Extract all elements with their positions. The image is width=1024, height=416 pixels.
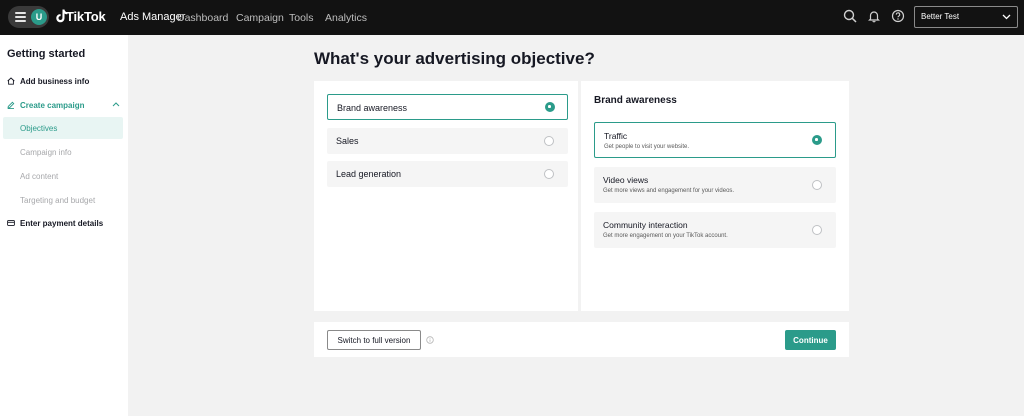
account-name: Better Test bbox=[921, 12, 960, 21]
sidebar-subitem-ad-content[interactable]: Ad content bbox=[20, 172, 58, 181]
switch-to-full-version-button[interactable]: Switch to full version bbox=[327, 330, 421, 350]
sub-objective-video-views[interactable]: Video views Get more views and engagemen… bbox=[594, 167, 836, 203]
radio-unselected[interactable] bbox=[812, 180, 822, 190]
objective-label: Sales bbox=[336, 136, 359, 146]
nav-analytics[interactable]: Analytics bbox=[325, 12, 367, 24]
radio-selected[interactable] bbox=[812, 135, 822, 145]
sidebar-subitem-objectives[interactable]: Objectives bbox=[20, 124, 57, 133]
sub-objective-label: Community interaction bbox=[603, 220, 688, 230]
radio-unselected[interactable] bbox=[544, 169, 554, 179]
sub-objective-description: Get people to visit your website. bbox=[604, 144, 690, 150]
objective-brand-awareness[interactable]: Brand awareness bbox=[327, 94, 568, 120]
sidebar-subitem-targeting-budget[interactable]: Targeting and budget bbox=[20, 196, 95, 205]
help-icon[interactable] bbox=[891, 9, 905, 23]
sub-objective-description: Get more views and engagement for your v… bbox=[603, 188, 735, 194]
sidebar-item-label: Add business info bbox=[20, 77, 90, 86]
account-selector[interactable]: Better Test bbox=[914, 6, 1018, 28]
objective-label: Brand awareness bbox=[337, 103, 408, 113]
chevron-up-icon[interactable] bbox=[112, 101, 120, 107]
objective-label: Lead generation bbox=[336, 169, 402, 179]
sub-objective-label: Video views bbox=[603, 175, 649, 185]
search-icon[interactable] bbox=[843, 9, 857, 23]
nav-tools[interactable]: Tools bbox=[289, 12, 314, 24]
sidebar-item-label: Enter payment details bbox=[20, 219, 104, 228]
objective-lead-generation[interactable]: Lead generation bbox=[327, 161, 568, 187]
sub-objective-label: Traffic bbox=[604, 131, 628, 141]
top-navigation-bar: U TikTok Ads Manager Dashboard Campaign … bbox=[0, 0, 1024, 35]
sub-objectives-title: Brand awareness bbox=[594, 95, 677, 106]
user-avatar[interactable]: U bbox=[31, 9, 47, 25]
menu-account-toggle[interactable]: U bbox=[8, 6, 49, 28]
pencil-icon bbox=[7, 101, 15, 109]
chevron-down-icon bbox=[1002, 14, 1011, 20]
brand-product[interactable]: Ads Manager bbox=[120, 11, 185, 23]
sub-objective-community-interaction[interactable]: Community interaction Get more engagemen… bbox=[594, 212, 836, 248]
sidebar-title: Getting started bbox=[7, 48, 86, 60]
sidebar-subitem-campaign-info[interactable]: Campaign info bbox=[20, 148, 72, 157]
card-icon bbox=[7, 220, 15, 226]
home-icon bbox=[7, 77, 15, 85]
nav-campaign[interactable]: Campaign bbox=[236, 12, 284, 24]
sidebar-item-label: Create campaign bbox=[20, 101, 85, 110]
radio-selected[interactable] bbox=[545, 102, 555, 112]
continue-button[interactable]: Continue bbox=[785, 330, 836, 350]
radio-unselected[interactable] bbox=[812, 225, 822, 235]
radio-unselected[interactable] bbox=[544, 136, 554, 146]
sidebar: Getting started Add business info Create… bbox=[0, 35, 128, 416]
hamburger-menu-icon[interactable] bbox=[15, 12, 26, 22]
page-title: What's your advertising objective? bbox=[314, 49, 595, 68]
nav-dashboard[interactable]: Dashboard bbox=[177, 12, 228, 24]
sub-objective-description: Get more engagement on your TikTok accou… bbox=[603, 233, 728, 239]
brand-name[interactable]: TikTok bbox=[66, 9, 106, 24]
sub-objective-traffic[interactable]: Traffic Get people to visit your website… bbox=[594, 122, 836, 158]
objective-sales[interactable]: Sales bbox=[327, 128, 568, 154]
notification-bell-icon[interactable] bbox=[867, 9, 881, 23]
info-icon[interactable] bbox=[426, 336, 434, 344]
